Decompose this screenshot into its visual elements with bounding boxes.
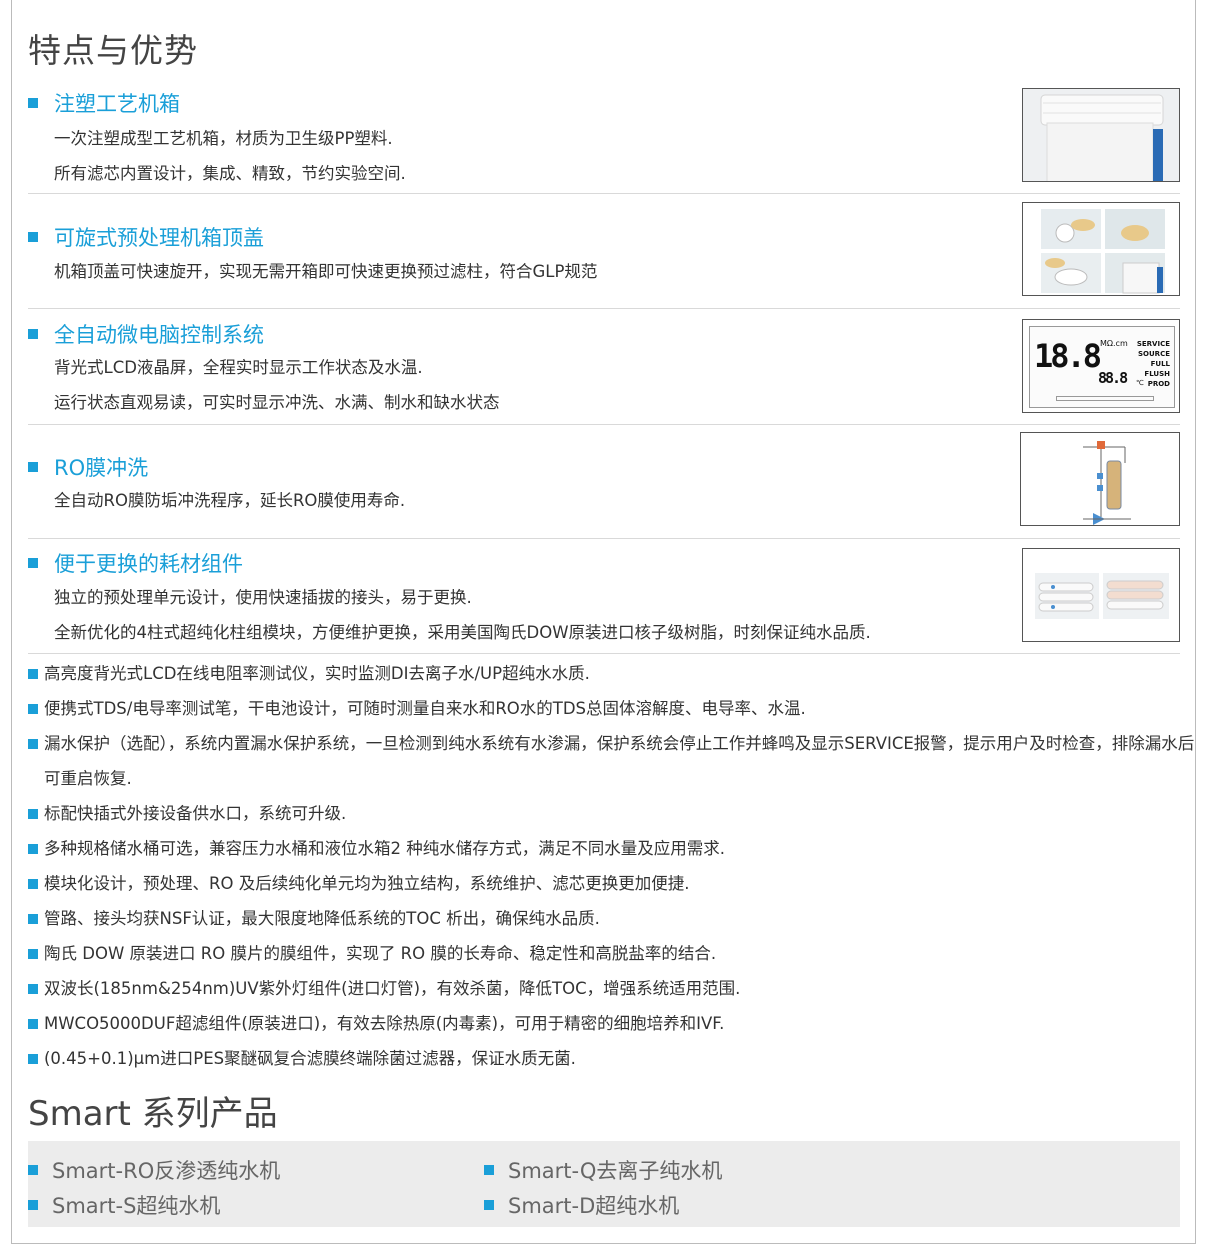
series-link-smart-ro[interactable]: Smart-RO反渗透纯水机 <box>28 1155 280 1185</box>
section-text: 机箱顶盖可快速旋开，实现无需开箱即可快速更换预过滤柱，符合GLP规范 <box>54 262 598 281</box>
filter-cartridges-photo <box>1022 548 1180 642</box>
square-bullet-icon <box>28 1054 38 1064</box>
lcd-temp-reading: 88.8 <box>1098 369 1128 387</box>
lcd-level-bar <box>1056 396 1154 401</box>
ro-flush-diagram <box>1020 432 1180 526</box>
series-product-list: Smart-RO反渗透纯水机 Smart-Q去离子纯水机 Smart-S超纯水机… <box>28 1141 1180 1227</box>
feature-section-injection-case: 注塑工艺机箱 一次注塑成型工艺机箱，材质为卫生级PP塑料. 所有滤芯内置设计，集… <box>28 88 1180 194</box>
list-item: 双波长(185nm&254nm)UV紫外灯组件(进口灯管)，有效杀菌，降低TOC… <box>28 971 1208 1006</box>
section-text: 所有滤芯内置设计，集成、精致，节约实验空间. <box>54 164 406 183</box>
section-text: 一次注塑成型工艺机箱，材质为卫生级PP塑料. <box>54 129 393 148</box>
square-bullet-icon <box>28 914 38 924</box>
list-item: 模块化设计，预处理、RO 及后续纯化单元均为独立结构，系统维护、滤芯更换更加便捷… <box>28 866 1208 901</box>
list-item: 高亮度背光式LCD在线电阻率测试仪，实时监测DI去离子水/UP超纯水水质. <box>28 656 1208 691</box>
lcd-unit: MΩ.cm <box>1100 339 1128 348</box>
square-bullet-icon <box>28 704 38 714</box>
cover-rotation-photo <box>1022 202 1180 296</box>
square-bullet-icon <box>28 98 38 108</box>
feature-bullet-list: 高亮度背光式LCD在线电阻率测试仪，实时监测DI去离子水/UP超纯水水质. 便携… <box>28 656 1208 1076</box>
housing-photo <box>1022 88 1180 182</box>
section-title: 全自动微电脑控制系统 <box>28 319 264 349</box>
list-item: 标配快插式外接设备供水口，系统可升级. <box>28 796 1208 831</box>
series-link-smart-q[interactable]: Smart-Q去离子纯水机 <box>484 1155 722 1185</box>
square-bullet-icon <box>484 1165 494 1175</box>
square-bullet-icon <box>28 232 38 242</box>
square-bullet-icon <box>484 1200 494 1210</box>
series-link-smart-d[interactable]: Smart-D超纯水机 <box>484 1190 679 1220</box>
list-item: 便携式TDS/电导率测试笔，干电池设计，可随时测量自来水和RO水的TDS总固体溶… <box>28 691 1208 726</box>
square-bullet-icon <box>28 558 38 568</box>
feature-section-consumables: 便于更换的耗材组件 独立的预处理单元设计，使用快速插拔的接头，易于更换. 全新优… <box>28 548 1180 654</box>
lcd-screen: 18.8 MΩ.cm 88.8 ℃ SERVICE SOURCE FULL FL… <box>1029 326 1175 408</box>
series-link-smart-s[interactable]: Smart-S超纯水机 <box>28 1190 220 1220</box>
square-bullet-icon <box>28 809 38 819</box>
square-bullet-icon <box>28 462 38 472</box>
list-item: 陶氏 DOW 原装进口 RO 膜片的膜组件，实现了 RO 膜的长寿命、稳定性和高… <box>28 936 1208 971</box>
lcd-display-image: 18.8 MΩ.cm 88.8 ℃ SERVICE SOURCE FULL FL… <box>1022 319 1180 413</box>
square-bullet-icon <box>28 739 38 749</box>
list-item: 管路、接头均获NSF认证，最大限度地降低系统的TOC 析出，确保纯水品质. <box>28 901 1208 936</box>
list-item: 多种规格储水桶可选，兼容压力水桶和液位水箱2 种纯水储存方式，满足不同水量及应用… <box>28 831 1208 866</box>
square-bullet-icon <box>28 844 38 854</box>
feature-section-ro-flush: RO膜冲洗 全自动RO膜防垢冲洗程序，延长RO膜使用寿命. <box>28 432 1180 539</box>
list-item: (0.45+0.1)μm进口PES聚醚砜复合滤膜终端除菌过滤器，保证水质无菌. <box>28 1041 1208 1076</box>
square-bullet-icon <box>28 949 38 959</box>
lcd-status-labels: SERVICE SOURCE FULL FLUSH PROD <box>1136 340 1170 388</box>
square-bullet-icon <box>28 1165 38 1175</box>
page-title: 特点与优势 <box>28 31 198 70</box>
square-bullet-icon <box>28 669 38 679</box>
square-bullet-icon <box>28 1019 38 1029</box>
section-text: 运行状态直观易读，可实时显示冲洗、水满、制水和缺水状态 <box>54 393 500 412</box>
section-text: 全新优化的4柱式超纯化柱组模块，方便维护更换，采用美国陶氏DOW原装进口核子级树… <box>54 623 871 642</box>
section-text: 独立的预处理单元设计，使用快速插拔的接头，易于更换. <box>54 588 472 607</box>
list-item: 漏水保护（选配），系统内置漏水保护系统，一旦检测到纯水系统有水渗漏，保护系统会停… <box>28 726 1204 796</box>
feature-section-control-system: 全自动微电脑控制系统 背光式LCD液晶屏，全程实时显示工作状态及水温. 运行状态… <box>28 319 1180 425</box>
section-text: 全自动RO膜防垢冲洗程序，延长RO膜使用寿命. <box>54 491 406 510</box>
feature-section-rotary-cover: 可旋式预处理机箱顶盖 机箱顶盖可快速旋开，实现无需开箱即可快速更换预过滤柱，符合… <box>28 202 1180 309</box>
section-title: 便于更换的耗材组件 <box>28 548 243 578</box>
square-bullet-icon <box>28 329 38 339</box>
square-bullet-icon <box>28 1200 38 1210</box>
list-item: MWCO5000DUF超滤组件(原装进口)，有效去除热原(内毒素)，可用于精密的… <box>28 1006 1208 1041</box>
square-bullet-icon <box>28 984 38 994</box>
lcd-main-reading: 18.8 <box>1034 337 1102 375</box>
series-title: Smart 系列产品 <box>28 1094 278 1134</box>
section-title: RO膜冲洗 <box>28 452 148 482</box>
section-title: 注塑工艺机箱 <box>28 88 180 118</box>
section-text: 背光式LCD液晶屏，全程实时显示工作状态及水温. <box>54 358 423 377</box>
section-title: 可旋式预处理机箱顶盖 <box>28 222 264 252</box>
square-bullet-icon <box>28 879 38 889</box>
